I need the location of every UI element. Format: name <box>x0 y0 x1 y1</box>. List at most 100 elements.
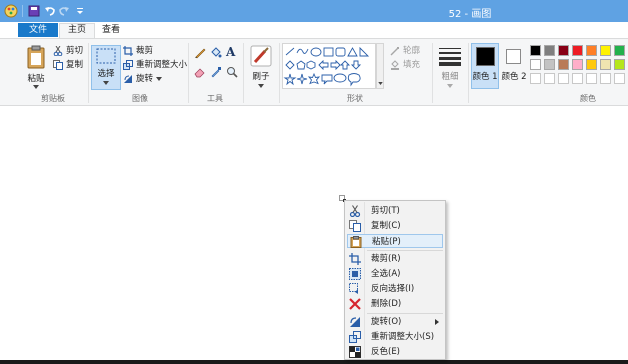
fill-icon <box>391 59 399 70</box>
shapes-scroll[interactable] <box>376 43 384 89</box>
menu-item-select-all[interactable]: 全选(A) <box>347 267 443 281</box>
chevron-down-icon <box>156 76 163 81</box>
menu-item-label: 重新调整大小(S) <box>371 332 435 342</box>
invert-selection-icon <box>349 283 358 294</box>
palette-swatch[interactable] <box>614 45 625 56</box>
palette-swatch[interactable] <box>586 45 597 56</box>
menu-item-label: 反向选择(I) <box>371 284 415 294</box>
tab-file[interactable]: 文件 <box>18 23 58 37</box>
delete-icon <box>349 298 361 310</box>
text-tool-icon[interactable]: A <box>226 45 238 59</box>
pencil-icon[interactable] <box>194 47 206 59</box>
palette-swatch[interactable] <box>600 59 611 70</box>
menu-item-invert-color[interactable]: 反色(E) <box>347 345 443 359</box>
brushes-button[interactable]: 刷子 <box>247 45 275 91</box>
drawing-canvas[interactable] <box>0 106 628 361</box>
resize-button[interactable]: 重新调整大小 <box>123 59 187 71</box>
crop-button[interactable]: 裁剪 <box>123 45 153 57</box>
clipboard-group-label: 剪贴板 <box>41 94 65 103</box>
colors-group-label: 颜色 <box>580 94 596 103</box>
color1-button[interactable]: 颜色 1 <box>471 43 499 89</box>
size-label: 粗细 <box>441 72 459 82</box>
copy-icon <box>53 59 63 70</box>
custom-color-slot[interactable] <box>600 73 611 84</box>
menu-item-delete[interactable]: 删除(D) <box>347 297 443 311</box>
cut-button[interactable]: 剪切 <box>53 45 83 57</box>
menu-item-paste[interactable]: 粘贴(P) <box>347 234 443 248</box>
palette-swatch[interactable] <box>544 59 555 70</box>
palette-swatch[interactable] <box>530 45 541 56</box>
color-picker-icon[interactable] <box>210 66 222 78</box>
chevron-down-icon <box>103 81 109 85</box>
custom-color-slot[interactable] <box>572 73 583 84</box>
shapes-gallery[interactable] <box>282 43 376 89</box>
rotate-button[interactable]: 旋转 <box>123 73 163 85</box>
color2-swatch <box>506 49 521 64</box>
color2-button[interactable]: 颜色 2 <box>500 43 528 89</box>
palette-swatch[interactable] <box>530 59 541 70</box>
menu-item-label: 旋转(O) <box>371 317 402 327</box>
menu-item-invert-selection[interactable]: 反向选择(I) <box>347 282 443 296</box>
fill-button[interactable]: 填充 <box>390 59 420 71</box>
custom-color-slot[interactable] <box>586 73 597 84</box>
custom-color-slot[interactable] <box>530 73 541 84</box>
menu-item-label: 剪切(T) <box>371 206 400 216</box>
tab-view[interactable]: 查看 <box>97 23 125 37</box>
group-divider <box>188 43 189 103</box>
clipboard-icon <box>27 45 45 69</box>
palette-swatch[interactable] <box>572 45 583 56</box>
menu-item-resize[interactable]: 重新调整大小(S) <box>347 330 443 344</box>
tab-home[interactable]: 主页 <box>59 23 95 38</box>
select-label: 选择 <box>97 69 115 79</box>
magnifier-icon[interactable] <box>226 66 238 78</box>
custom-color-slot[interactable] <box>614 73 625 84</box>
crop-label: 裁剪 <box>136 46 154 56</box>
redo-icon[interactable] <box>58 4 70 18</box>
window-title: 52 - 画图 <box>448 9 492 20</box>
menu-item-copy[interactable]: 复制(C) <box>347 219 443 233</box>
title-bar: 52 - 画图 <box>0 0 628 22</box>
copy-button[interactable]: 复制 <box>53 59 83 71</box>
save-icon[interactable] <box>28 4 40 18</box>
group-divider <box>88 43 89 103</box>
size-button[interactable]: 粗细 <box>436 45 464 91</box>
outline-icon <box>390 46 399 55</box>
custom-color-slot[interactable] <box>558 73 569 84</box>
resize-label: 重新调整大小 <box>136 60 188 70</box>
chevron-down-icon <box>378 82 383 85</box>
context-menu: 剪切(T) 复制(C) 粘贴(P) 裁剪(R) 全选(A) 反向选择(I) 删除… <box>344 200 446 360</box>
eraser-icon[interactable] <box>194 66 206 78</box>
menu-item-rotate[interactable]: 旋转(O) <box>347 315 443 329</box>
palette-swatch[interactable] <box>544 45 555 56</box>
select-rectangle-icon <box>96 48 116 64</box>
palette-swatch[interactable] <box>586 59 597 70</box>
palette-swatch[interactable] <box>558 59 569 70</box>
menu-item-crop[interactable]: 裁剪(R) <box>347 252 443 266</box>
cut-label: 剪切 <box>66 46 84 56</box>
rotate-label: 旋转 <box>136 74 154 84</box>
ribbon-tab-row: 文件 主页 查看 <box>0 22 628 38</box>
palette-swatch[interactable] <box>572 59 583 70</box>
group-divider <box>432 43 433 103</box>
undo-icon[interactable] <box>44 4 56 18</box>
menu-item-label: 复制(C) <box>371 221 401 231</box>
paste-icon <box>350 236 362 248</box>
shapes-group-label: 形状 <box>347 94 363 103</box>
select-button[interactable]: 选择 <box>91 45 121 90</box>
palette-swatch[interactable] <box>614 59 625 70</box>
rotate-icon <box>124 74 132 83</box>
fill-bucket-icon[interactable] <box>210 47 222 59</box>
resize-icon <box>123 59 133 70</box>
image-group-label: 图像 <box>132 94 148 103</box>
paste-button[interactable]: 粘贴 <box>24 45 48 91</box>
menu-item-cut[interactable]: 剪切(T) <box>347 204 443 218</box>
brush-icon <box>250 45 272 67</box>
custom-color-slot[interactable] <box>544 73 555 84</box>
paint-app-icon[interactable] <box>4 4 18 18</box>
quick-access-separator <box>22 5 23 17</box>
customize-icon[interactable] <box>74 4 86 18</box>
outline-button[interactable]: 轮廓 <box>390 45 420 57</box>
palette-swatch[interactable] <box>600 45 611 56</box>
palette-swatch[interactable] <box>558 45 569 56</box>
chevron-down-icon <box>447 84 453 88</box>
